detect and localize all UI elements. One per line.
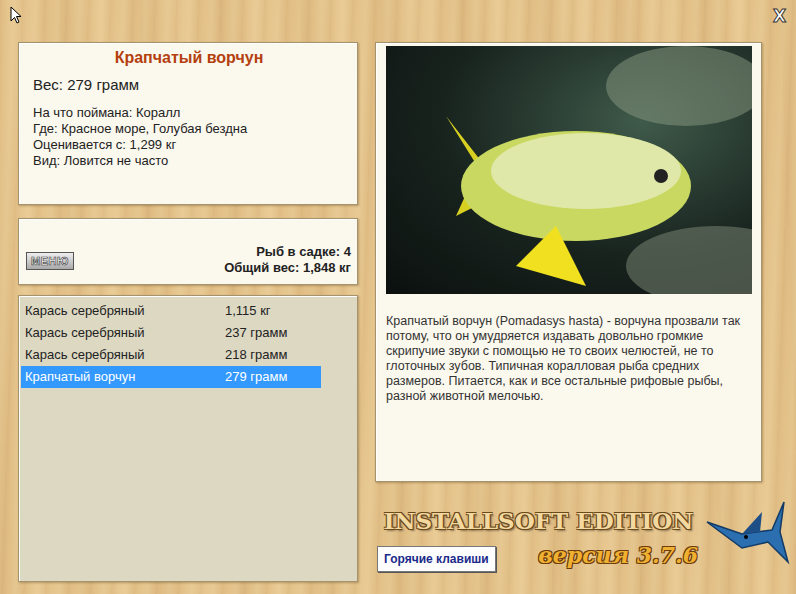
bottom-area: INSTALLSOFT EDITION Горячие клавиши версия…	[375, 482, 792, 582]
logo: INSTALLSOFT EDITION Горячие клавиши версия…	[375, 482, 702, 582]
fish-detail: Где: Красное море, Голубая бездна	[33, 121, 345, 137]
catch-weight: 218 грамм	[225, 345, 287, 365]
catch-name: Карась серебряный	[25, 323, 225, 343]
fish-info-panel: Крапчатый ворчун Вес: 279 грамм На что пой…	[18, 42, 358, 205]
catch-row[interactable]: Карась серебряный218 грамм	[21, 344, 321, 366]
version-label: версия 3.7.6	[538, 539, 702, 572]
catch-list: Карась серебряный1,115 кгКарась серебрян…	[18, 295, 358, 582]
logo-title: INSTALLSOFT EDITION	[375, 508, 702, 533]
fish-count: Рыб в садке: 4	[224, 244, 351, 260]
fish-detail: Вид: Ловится не часто	[33, 153, 345, 169]
cursor-icon	[10, 6, 23, 25]
marlin-logo	[702, 482, 792, 582]
top-bar: X	[10, 0, 792, 42]
logo-row: Горячие клавиши версия 3.7.6	[375, 539, 702, 572]
catch-name: Крапчатый ворчун	[25, 367, 225, 387]
right-column: Крапчатый ворчун (Pomadasys hasta) - вор…	[375, 42, 762, 582]
fish-detail: Оценивается с: 1,299 кг	[33, 137, 345, 153]
fish-detail: На что поймана: Коралл	[33, 105, 345, 121]
menu-button[interactable]: МЕНЮ	[26, 252, 74, 270]
fish-description: Крапчатый ворчун (Pomadasys hasta) - вор…	[386, 314, 751, 404]
left-column: Крапчатый ворчун Вес: 279 грамм На что пой…	[18, 42, 358, 582]
catch-row[interactable]: Карась серебряный237 грамм	[21, 322, 321, 344]
catch-weight: 279 грамм	[225, 367, 287, 387]
fish-photo	[386, 46, 752, 294]
catch-name: Карась серебряный	[25, 301, 225, 321]
cage-summary: Рыб в садке: 4Общий вес: 1,848 кг	[224, 244, 351, 276]
marlin-icon	[702, 482, 792, 582]
window: X Крапчатый ворчун Вес: 279 грамм На что по…	[0, 0, 796, 594]
catch-row[interactable]: Карась серебряный1,115 кг	[21, 300, 321, 322]
main-area: Крапчатый ворчун Вес: 279 грамм На что пой…	[18, 42, 762, 582]
catch-weight: 237 грамм	[225, 323, 287, 343]
catch-row[interactable]: Крапчатый ворчун279 грамм	[21, 366, 321, 388]
fish-title: Крапчатый ворчун	[33, 46, 345, 70]
close-button[interactable]: X	[767, 6, 792, 27]
total-weight: Общий вес: 1,848 кг	[224, 260, 351, 276]
description-panel: Крапчатый ворчун (Pomadasys hasta) - вор…	[375, 42, 762, 482]
catch-weight: 1,115 кг	[225, 301, 271, 321]
cage-panel: МЕНЮ Рыб в садке: 4Общий вес: 1,848 кг	[18, 218, 358, 285]
hotkeys-button[interactable]: Горячие клавиши	[377, 546, 496, 572]
fish-weight: Вес: 279 грамм	[33, 74, 345, 97]
fish-image	[386, 46, 752, 294]
catch-name: Карась серебряный	[25, 345, 225, 365]
